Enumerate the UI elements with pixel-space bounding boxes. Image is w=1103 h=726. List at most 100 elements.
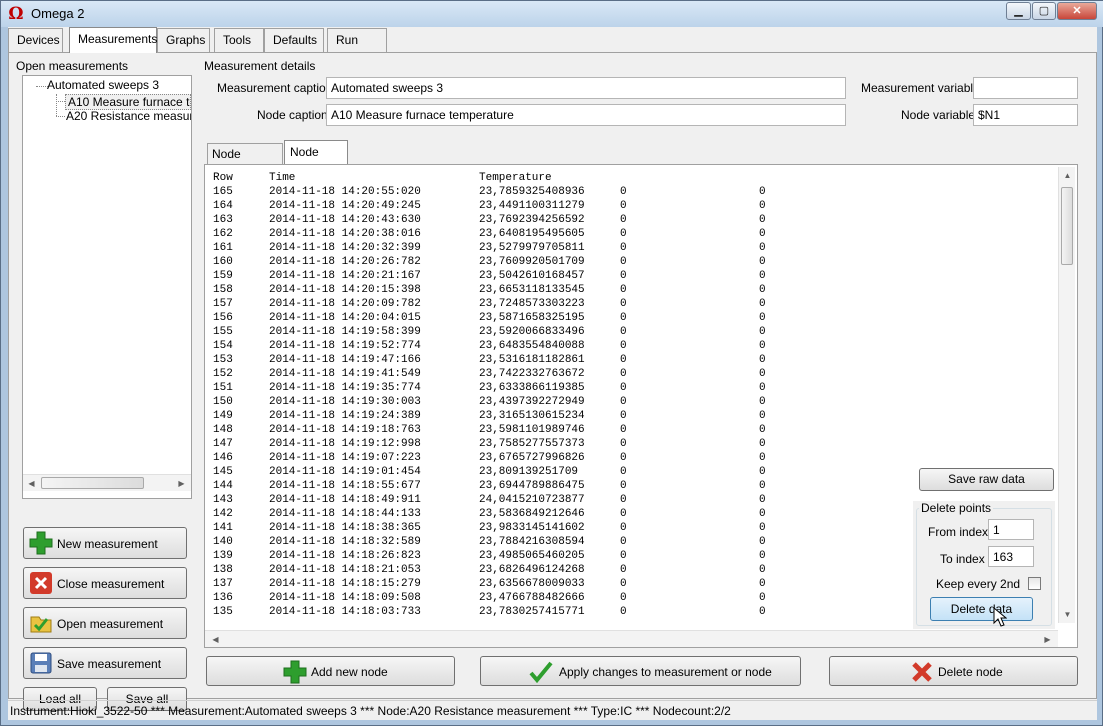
table-cell: 0 (759, 480, 766, 492)
table-cell: 0 (759, 438, 766, 450)
vertical-scroll-thumb[interactable] (1061, 187, 1073, 265)
table-cell: 0 (759, 410, 766, 422)
table-cell: 2014-11-18 14:18:32:589 (269, 536, 421, 548)
table-cell: 0 (759, 452, 766, 464)
table-cell: 152 (213, 368, 233, 380)
new-measurement-button[interactable]: New measurement (23, 527, 187, 559)
table-cell: 141 (213, 522, 233, 534)
delete-node-button[interactable]: Delete node (829, 656, 1078, 686)
keep-every-checkbox[interactable] (1028, 577, 1041, 590)
apply-changes-button[interactable]: Apply changes to measurement or node (480, 656, 801, 686)
table-cell: 0 (620, 494, 627, 506)
table-cell: 23,7585277557373 (479, 438, 585, 450)
node-variable-field[interactable]: $N1 (973, 104, 1078, 126)
delete-data-button[interactable]: Delete data (930, 597, 1033, 621)
table-cell: 0 (620, 284, 627, 296)
scroll-left-icon[interactable]: ◀ (23, 475, 40, 492)
node-caption-field[interactable]: A10 Measure furnace temperature (326, 104, 846, 126)
tree-node-a20[interactable]: A20 Resistance measurem (66, 109, 191, 123)
tab-run-info[interactable]: Run info (327, 28, 387, 69)
close-measurement-button[interactable]: Close measurement (23, 567, 187, 599)
table-cell: 23,5920066833496 (479, 326, 585, 338)
table-cell: 0 (759, 340, 766, 352)
save-measurement-button[interactable]: Save measurement (23, 647, 187, 679)
table-cell: 150 (213, 396, 233, 408)
measurement-tree[interactable]: Automated sweeps 3 A10 Measure furnace t… (22, 75, 192, 499)
maximize-button[interactable]: ▢ (1032, 2, 1056, 20)
scroll-thumb[interactable] (41, 477, 144, 489)
table-cell: 162 (213, 228, 233, 240)
tree-node-a10[interactable]: A10 Measure furnace tem (65, 94, 191, 110)
table-cell: 0 (759, 382, 766, 394)
to-index-field[interactable]: 163 (988, 546, 1034, 567)
from-index-field[interactable]: 1 (988, 519, 1034, 540)
node-data-panel: Row Time Temperature 165 2014-11-18 14:20… (204, 164, 1078, 648)
table-cell: 23,9833145141602 (479, 522, 585, 534)
table-cell: 0 (620, 550, 627, 562)
client-area: Devices Measurements Graphs Tools Defaul… (8, 27, 1097, 720)
table-cell: 0 (620, 270, 627, 282)
table-cell: 23,6408195495605 (479, 228, 585, 240)
table-cell: 159 (213, 270, 233, 282)
table-cell: 151 (213, 382, 233, 394)
tab-graphs[interactable]: Graphs (157, 28, 210, 52)
title-bar[interactable]: Ω Omega 2 ▁ ▢ ✕ (1, 1, 1103, 27)
tab-devices[interactable]: Devices (8, 28, 63, 52)
table-vertical-scrollbar[interactable]: ▲ ▼ (1058, 167, 1075, 623)
table-cell: 0 (620, 606, 627, 618)
table-cell: 23,6333866119385 (479, 382, 585, 394)
table-cell: 0 (759, 578, 766, 590)
measurement-caption-field[interactable]: Automated sweeps 3 (326, 77, 846, 99)
scroll-right-icon[interactable]: ▶ (173, 475, 190, 492)
close-icon (30, 572, 52, 594)
open-measurement-button[interactable]: Open measurement (23, 607, 187, 639)
table-cell: 148 (213, 424, 233, 436)
table-cell: 0 (759, 564, 766, 576)
scroll-right-icon[interactable]: ▶ (1039, 631, 1056, 648)
tab-node-settings[interactable]: Node settings (207, 143, 283, 181)
close-window-button[interactable]: ✕ (1057, 2, 1097, 20)
table-cell: 23,4491100311279 (479, 200, 585, 212)
table-cell: 153 (213, 354, 233, 366)
table-cell: 0 (620, 186, 627, 198)
delete-points-label: Delete points (919, 501, 994, 515)
table-cell: 0 (620, 480, 627, 492)
scroll-down-icon[interactable]: ▼ (1059, 606, 1076, 623)
table-cell: 23,4766788482666 (479, 592, 585, 604)
table-cell: 160 (213, 256, 233, 268)
save-raw-data-button[interactable]: Save raw data (919, 468, 1054, 491)
scroll-left-icon[interactable]: ◀ (207, 631, 224, 648)
table-cell: 23,809139251709 (479, 466, 579, 478)
tab-node-data[interactable]: Node data (284, 140, 348, 181)
table-cell: 0 (620, 382, 627, 394)
measurement-variable-field[interactable] (973, 77, 1078, 99)
tab-defaults[interactable]: Defaults (264, 28, 324, 52)
table-cell: 0 (759, 592, 766, 604)
table-horizontal-scrollbar[interactable]: ◀ ▶ (205, 630, 1058, 647)
table-cell: 23,6356678009033 (479, 578, 585, 590)
tree-horizontal-scrollbar[interactable]: ◀ ▶ (23, 474, 191, 491)
add-new-node-button[interactable]: Add new node (206, 656, 455, 686)
table-cell: 23,6944789886475 (479, 480, 585, 492)
tab-measurements[interactable]: Measurements (69, 27, 157, 53)
table-cell: 0 (620, 522, 627, 534)
plus-icon (283, 660, 307, 684)
table-cell: 0 (759, 214, 766, 226)
table-cell: 0 (620, 312, 627, 324)
tab-tools[interactable]: Tools (214, 28, 264, 52)
table-cell: 2014-11-18 14:19:52:774 (269, 340, 421, 352)
table-cell: 23,7859325408936 (479, 186, 585, 198)
table-cell: 2014-11-18 14:18:09:508 (269, 592, 421, 604)
tree-root[interactable]: Automated sweeps 3 (47, 78, 159, 92)
table-cell: 2014-11-18 14:20:09:782 (269, 298, 421, 310)
table-cell: 0 (759, 228, 766, 240)
table-cell: 2014-11-18 14:20:43:630 (269, 214, 421, 226)
table-cell: 0 (759, 536, 766, 548)
table-cell: 164 (213, 200, 233, 212)
table-cell: 0 (620, 508, 627, 520)
scroll-up-icon[interactable]: ▲ (1059, 167, 1076, 184)
minimize-button[interactable]: ▁ (1006, 2, 1031, 20)
table-cell: 23,7422332763672 (479, 368, 585, 380)
table-cell: 145 (213, 466, 233, 478)
table-cell: 0 (759, 326, 766, 338)
